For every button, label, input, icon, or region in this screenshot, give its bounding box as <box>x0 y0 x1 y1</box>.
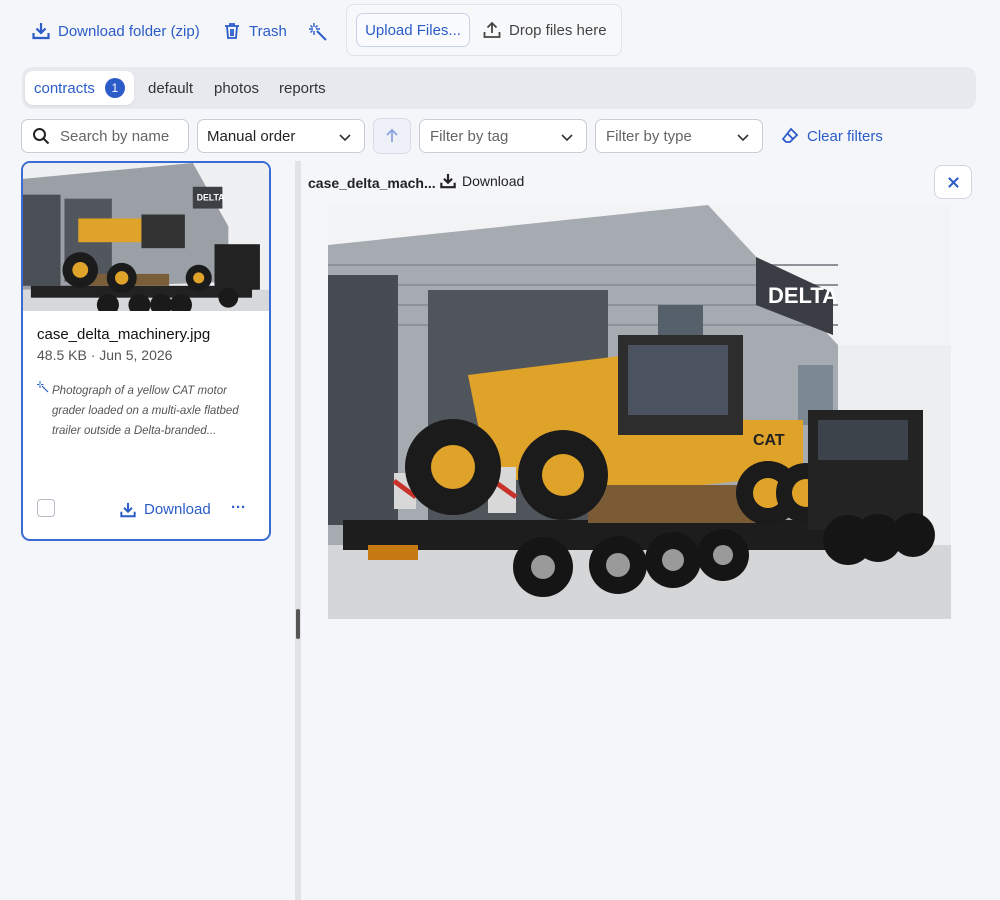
splitter-grip[interactable] <box>296 609 300 639</box>
upload-icon <box>483 21 501 38</box>
tag-filter-select[interactable]: Filter by tag <box>419 119 587 153</box>
download-folder-button[interactable]: Download folder (zip) <box>32 22 200 40</box>
tag-filter-placeholder: Filter by tag <box>430 127 509 145</box>
file-meta: 48.5 KB · Jun 5, 2026 <box>37 347 173 363</box>
file-card[interactable]: DELTA case_delta_machinery.jpg 48.5 KB ·… <box>21 161 271 541</box>
more-options-button[interactable]: ··· <box>231 499 246 516</box>
panel-splitter[interactable] <box>295 161 301 900</box>
count-badge: 1 <box>104 78 125 98</box>
tab-default[interactable]: default <box>148 71 193 105</box>
close-preview-button[interactable] <box>934 165 972 199</box>
drop-files-label: Drop files here <box>509 21 607 39</box>
upload-group: Upload Files... Drop files here <box>346 4 622 56</box>
upload-files-label: Upload Files... <box>365 21 461 39</box>
download-folder-label: Download folder (zip) <box>58 22 200 40</box>
chevron-down-icon <box>561 134 573 142</box>
preview-download-button[interactable]: Download <box>440 173 524 189</box>
preview-image: DELTA CAT <box>328 205 951 619</box>
preview-filename: case_delta_mach... <box>308 175 436 191</box>
chevron-down-icon <box>737 134 749 142</box>
tab-label: photos <box>214 79 260 97</box>
svg-text:DELTA: DELTA <box>197 193 225 203</box>
card-download-button[interactable]: Download <box>120 501 211 518</box>
close-icon <box>947 176 959 188</box>
tab-label: default <box>148 79 194 97</box>
download-icon <box>32 23 50 40</box>
tab-photos[interactable]: photos <box>214 71 259 105</box>
search-input[interactable] <box>60 127 180 145</box>
download-icon <box>120 502 136 517</box>
chevron-down-icon <box>339 134 351 142</box>
file-thumbnail: DELTA <box>23 163 269 311</box>
download-icon <box>440 173 456 189</box>
eraser-icon <box>781 127 799 143</box>
tab-label: reports <box>279 79 326 97</box>
select-checkbox[interactable] <box>37 499 55 517</box>
search-icon <box>33 128 50 145</box>
ai-caption: Photograph of a yellow CAT motor grader … <box>52 385 239 437</box>
file-name: case_delta_machinery.jpg <box>37 326 211 343</box>
magic-wand-icon <box>309 23 327 41</box>
cat-logo-text: CAT <box>753 432 785 449</box>
trash-icon <box>225 23 239 39</box>
tab-reports[interactable]: reports <box>279 71 326 105</box>
type-filter-placeholder: Filter by type <box>606 127 692 145</box>
card-download-label: Download <box>144 501 211 518</box>
preview-download-label: Download <box>462 173 525 189</box>
drop-zone[interactable]: Drop files here <box>483 13 607 47</box>
magic-wand-button[interactable] <box>308 22 328 42</box>
tab-contracts[interactable]: contracts 1 <box>25 71 134 105</box>
sort-value: Manual order <box>207 127 296 145</box>
clear-filters-label: Clear filters <box>807 127 883 145</box>
trash-button[interactable]: Trash <box>223 22 287 40</box>
upload-files-button[interactable]: Upload Files... <box>356 13 470 47</box>
delta-sign-text: DELTA <box>768 283 838 308</box>
search-field[interactable] <box>21 119 189 153</box>
trash-label: Trash <box>249 22 287 40</box>
tab-label: contracts <box>34 79 95 97</box>
arrow-up-icon <box>386 128 398 142</box>
ai-sparkle-icon <box>37 381 49 393</box>
type-filter-select[interactable]: Filter by type <box>595 119 763 153</box>
clear-filters-button[interactable]: Clear filters <box>781 127 883 145</box>
sort-select[interactable]: Manual order <box>197 119 365 153</box>
sort-direction-button[interactable] <box>373 118 411 154</box>
folder-tabs: contracts 1 default photos reports <box>22 67 976 109</box>
